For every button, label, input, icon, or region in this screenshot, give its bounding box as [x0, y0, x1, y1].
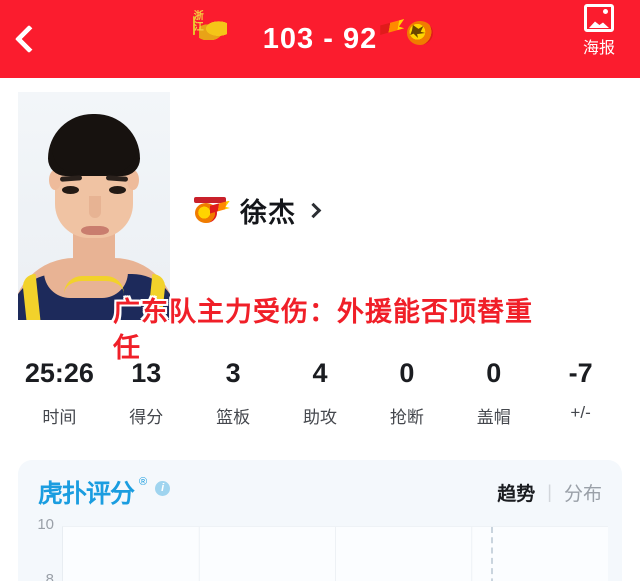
- chart-plot-area: [62, 526, 608, 581]
- home-team-logo[interactable]: [192, 16, 237, 61]
- registered-mark: ®: [139, 476, 148, 488]
- stat-label: 抢断: [389, 408, 424, 427]
- stat-label: 篮板: [216, 408, 251, 427]
- player-name: 徐杰: [240, 198, 296, 228]
- stat-label: 助攻: [303, 408, 337, 427]
- stat-value: 25:26: [24, 358, 94, 388]
- stat-item: 0 抢断: [363, 358, 450, 442]
- photo-mouth: [81, 226, 109, 235]
- rating-line-series: [63, 527, 608, 581]
- poster-label: 海报: [582, 40, 615, 57]
- tab-divider: |: [547, 481, 552, 502]
- chevron-left-icon: [14, 24, 44, 54]
- stat-label: 盖帽: [476, 408, 511, 427]
- rating-card: 虎扑评分 ® i 趋势 | 分布 10 8 6: [18, 460, 622, 581]
- stat-value: -7: [568, 358, 593, 388]
- chart-y-axis: 10 8 6: [18, 516, 60, 581]
- headline-overlay: 广东队主力受伤：外援能否顶替重任: [113, 297, 533, 363]
- score-text: 103 - 92: [262, 22, 378, 55]
- stat-item: 3 篮板: [190, 358, 277, 442]
- y-tick-label: 8: [45, 571, 54, 581]
- stat-label: +/-: [570, 403, 591, 422]
- info-icon[interactable]: i: [155, 481, 171, 496]
- player-photo: [18, 92, 170, 320]
- photo-jersey-collar: [64, 276, 124, 294]
- stat-item: 0 盖帽: [450, 358, 537, 442]
- logo-wordmark: [194, 196, 226, 203]
- tab-distribution[interactable]: 分布: [564, 479, 602, 506]
- stat-item: -7 +/-: [537, 358, 624, 442]
- away-team-logo[interactable]: [380, 17, 447, 61]
- scoreboard: 103 - 92: [0, 0, 640, 78]
- brand-label: 虎扑评分: [38, 479, 135, 508]
- photo-eye-right: [109, 186, 126, 194]
- image-frame-icon: [584, 4, 614, 32]
- photo-hair: [48, 114, 140, 176]
- app-header: 103 - 92 海报: [0, 0, 640, 78]
- stat-label: 得分: [129, 408, 164, 427]
- rating-trend-chart: 10 8 6: [18, 516, 622, 581]
- stat-item: 4 助攻: [277, 358, 364, 442]
- stat-item: 13 得分: [103, 358, 190, 442]
- chevron-right-icon: [305, 202, 322, 219]
- chart-tabs: 趋势 | 分布: [497, 479, 602, 506]
- flame-tail-shape: [380, 19, 405, 35]
- stat-item: 25:26 时间: [16, 358, 103, 442]
- tab-trend[interactable]: 趋势: [497, 479, 535, 506]
- player-section: 徐杰 广东队主力受伤：外援能否顶替重任: [0, 78, 640, 363]
- back-button[interactable]: [0, 0, 58, 78]
- hupu-rating-brand: 虎扑评分 ® i: [38, 474, 171, 510]
- photo-eye-left: [62, 186, 79, 194]
- guangdong-tigers-logo: [192, 196, 230, 224]
- y-tick-label: 10: [37, 516, 54, 533]
- chart-section-divider: [491, 527, 494, 581]
- stat-label: 时间: [42, 408, 77, 427]
- poster-button[interactable]: 海报: [568, 4, 630, 58]
- zhejiang-lions-logo: [192, 16, 195, 35]
- player-name-link[interactable]: 徐杰: [192, 191, 322, 230]
- photo-nose: [89, 196, 101, 218]
- rating-card-header: 虎扑评分 ® i 趋势 | 分布: [18, 460, 622, 510]
